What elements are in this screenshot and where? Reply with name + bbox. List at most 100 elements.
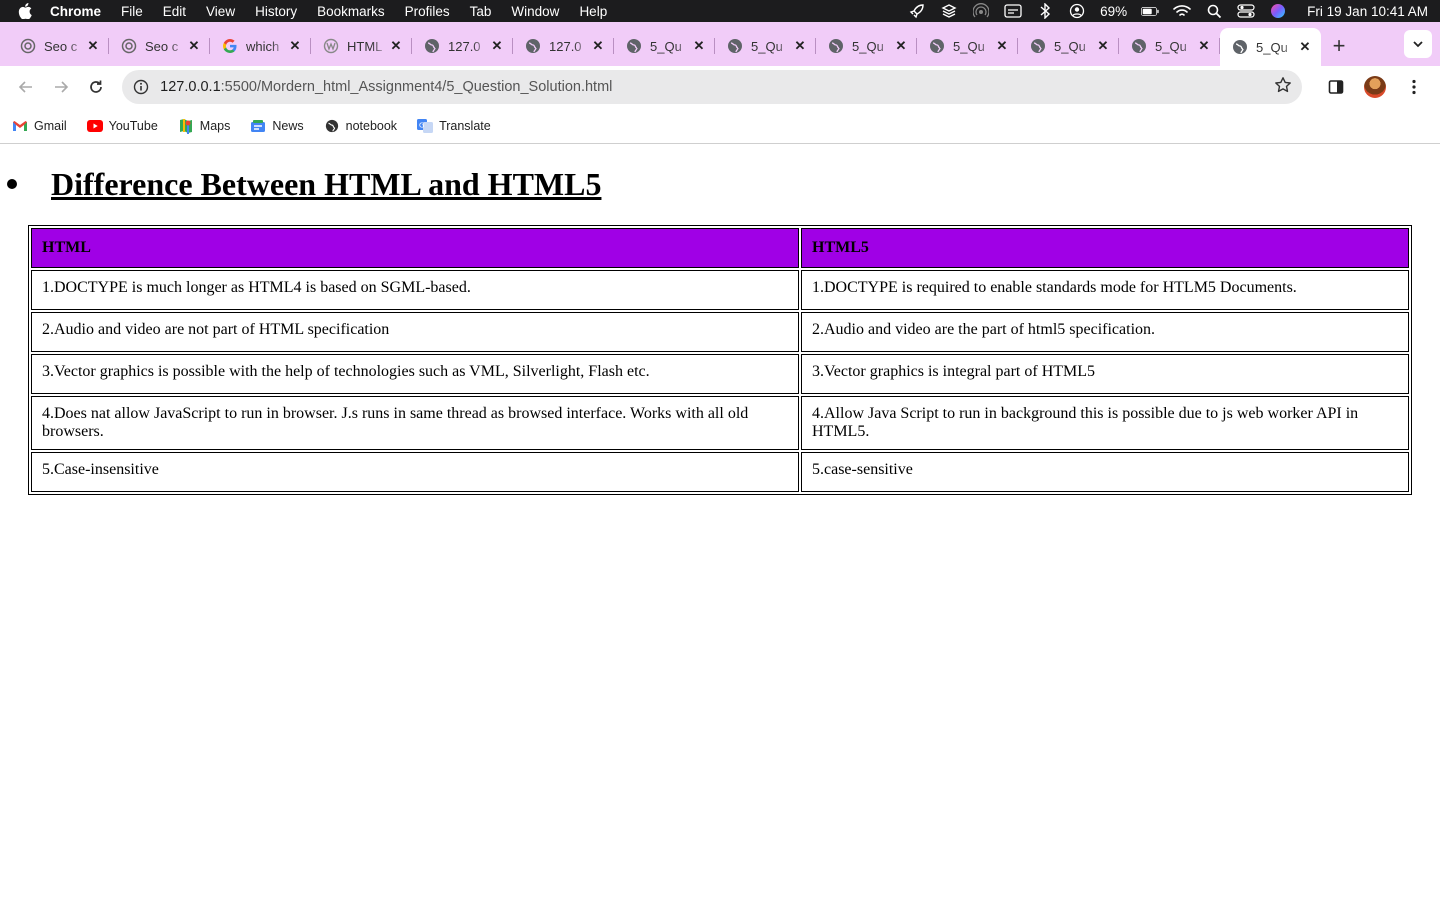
close-icon[interactable]: ✕ xyxy=(388,38,404,54)
tab-title: 127.0 xyxy=(549,38,582,54)
battery-icon[interactable] xyxy=(1141,4,1159,18)
globe-icon xyxy=(525,38,541,54)
browser-tab[interactable]: 5_Qu ✕ xyxy=(614,28,715,64)
menubar-clock[interactable]: Fri 19 Jan 10:41 AM xyxy=(1307,4,1428,19)
menu-edit[interactable]: Edit xyxy=(153,4,196,19)
close-icon[interactable]: ✕ xyxy=(1196,38,1212,54)
site-info-icon[interactable] xyxy=(132,78,150,96)
table-cell: 2.Audio and video are the part of html5 … xyxy=(801,312,1409,352)
browser-tab-active[interactable]: 5_Qu ✕ xyxy=(1220,28,1321,66)
browser-tab[interactable]: 5_Qu ✕ xyxy=(715,28,816,64)
menu-view[interactable]: View xyxy=(196,4,245,19)
browser-tab[interactable]: 5_Qu ✕ xyxy=(917,28,1018,64)
tab-title: 5_Qu xyxy=(751,38,783,54)
arrow-right-icon xyxy=(55,81,69,93)
menu-history[interactable]: History xyxy=(245,4,307,19)
close-icon[interactable]: ✕ xyxy=(792,38,808,54)
reload-button[interactable] xyxy=(79,71,114,103)
close-icon[interactable]: ✕ xyxy=(1095,38,1111,54)
menu-help[interactable]: Help xyxy=(569,4,617,19)
menu-profiles[interactable]: Profiles xyxy=(395,4,460,19)
bookmark-label: News xyxy=(272,118,304,133)
side-panel-icon[interactable] xyxy=(1318,71,1354,103)
close-icon[interactable]: ✕ xyxy=(590,38,606,54)
apple-icon[interactable] xyxy=(12,3,40,19)
bookmark-star-icon[interactable] xyxy=(1274,76,1292,98)
airdrop-icon[interactable] xyxy=(972,3,990,18)
more-menu-icon[interactable] xyxy=(1396,71,1432,103)
globe-icon xyxy=(828,38,844,54)
bookmark-translate[interactable]: G Translate xyxy=(417,118,491,133)
browser-tab[interactable]: 127.0 ✕ xyxy=(513,28,614,64)
browser-tab[interactable]: 5_Qu ✕ xyxy=(816,28,917,64)
browser-tab[interactable]: HTML ✕ xyxy=(311,28,412,64)
translate-icon: G xyxy=(417,118,434,133)
bookmark-label: Translate xyxy=(439,118,491,133)
tab-strip: Seo c ✕ Seo c ✕ which ✕ HTML ✕ 127.0 ✕ 1… xyxy=(0,22,1440,66)
bluetooth-icon[interactable] xyxy=(1036,3,1054,19)
close-icon[interactable]: ✕ xyxy=(994,38,1010,54)
tab-title: 5_Qu xyxy=(953,38,985,54)
close-icon[interactable]: ✕ xyxy=(186,38,202,54)
bookmark-gmail[interactable]: Gmail xyxy=(12,119,67,133)
address-bar[interactable]: 127.0.0.1:5500/Mordern_html_Assignment4/… xyxy=(122,70,1303,104)
browser-tab[interactable]: Seo c ✕ xyxy=(109,28,210,64)
globe-icon xyxy=(1030,38,1046,54)
close-icon[interactable]: ✕ xyxy=(85,38,101,54)
globe-icon xyxy=(324,119,340,133)
menu-app-name[interactable]: Chrome xyxy=(40,4,111,19)
table-cell: 1.DOCTYPE is much longer as HTML4 is bas… xyxy=(31,270,799,310)
menu-tab[interactable]: Tab xyxy=(460,4,502,19)
table-cell: 4.Does nat allow JavaScript to run in br… xyxy=(31,396,799,450)
bookmark-youtube[interactable]: YouTube xyxy=(86,118,158,133)
forward-button[interactable] xyxy=(43,71,78,103)
new-tab-button[interactable]: + xyxy=(1321,28,1357,64)
close-icon[interactable]: ✕ xyxy=(287,38,303,54)
bookmarks-bar: Gmail YouTube Maps News notebook G Trans… xyxy=(0,108,1440,144)
chevron-down-icon xyxy=(1413,41,1423,48)
browser-tab[interactable]: 127.0 ✕ xyxy=(412,28,513,64)
layers-icon[interactable] xyxy=(940,4,958,18)
table-cell: 1.DOCTYPE is required to enable standard… xyxy=(801,270,1409,310)
close-icon[interactable]: ✕ xyxy=(893,38,909,54)
globe-icon xyxy=(1131,38,1147,54)
table-header-row: HTML HTML5 xyxy=(31,228,1409,268)
wifi-icon[interactable] xyxy=(1173,4,1191,18)
browser-tab[interactable]: 5_Qu ✕ xyxy=(1119,28,1220,64)
table-row: 2.Audio and video are not part of HTML s… xyxy=(31,312,1409,352)
bullet-dot xyxy=(7,179,17,189)
bookmark-label: YouTube xyxy=(108,118,158,133)
tab-title: Seo c xyxy=(145,38,179,54)
tab-title: 5_Qu xyxy=(1256,39,1288,55)
siri-icon[interactable] xyxy=(1269,4,1287,18)
bookmark-notebook[interactable]: notebook xyxy=(324,119,397,133)
rocket-icon[interactable] xyxy=(908,4,926,19)
maps-icon xyxy=(178,118,194,134)
news-icon xyxy=(250,119,266,133)
bookmark-news[interactable]: News xyxy=(250,118,304,133)
globe-icon xyxy=(424,38,440,54)
close-icon[interactable]: ✕ xyxy=(489,38,505,54)
browser-tab[interactable]: 5_Qu ✕ xyxy=(1018,28,1119,64)
plus-icon: + xyxy=(1332,33,1346,58)
menu-bookmarks[interactable]: Bookmarks xyxy=(307,4,395,19)
bookmark-maps[interactable]: Maps xyxy=(178,118,230,134)
caption-icon[interactable] xyxy=(1004,4,1022,18)
browser-tab[interactable]: Seo c ✕ xyxy=(8,28,109,64)
profile-avatar[interactable] xyxy=(1364,76,1387,98)
page-title: Difference Between HTML and HTML5 xyxy=(51,166,602,202)
close-icon[interactable]: ✕ xyxy=(1297,39,1313,55)
column-header-html5: HTML5 xyxy=(801,228,1409,268)
tab-search-button[interactable] xyxy=(1404,30,1432,58)
menu-file[interactable]: File xyxy=(111,4,153,19)
browser-tab[interactable]: which ✕ xyxy=(210,28,311,64)
close-icon[interactable]: ✕ xyxy=(691,38,707,54)
gmail-icon xyxy=(12,119,28,133)
globe-icon xyxy=(626,38,642,54)
control-center-icon[interactable] xyxy=(1237,4,1255,18)
user-circle-icon[interactable] xyxy=(1068,3,1086,19)
column-header-html: HTML xyxy=(31,228,799,268)
spotlight-search-icon[interactable] xyxy=(1205,4,1223,18)
back-button[interactable] xyxy=(8,71,43,103)
menu-window[interactable]: Window xyxy=(501,4,569,19)
